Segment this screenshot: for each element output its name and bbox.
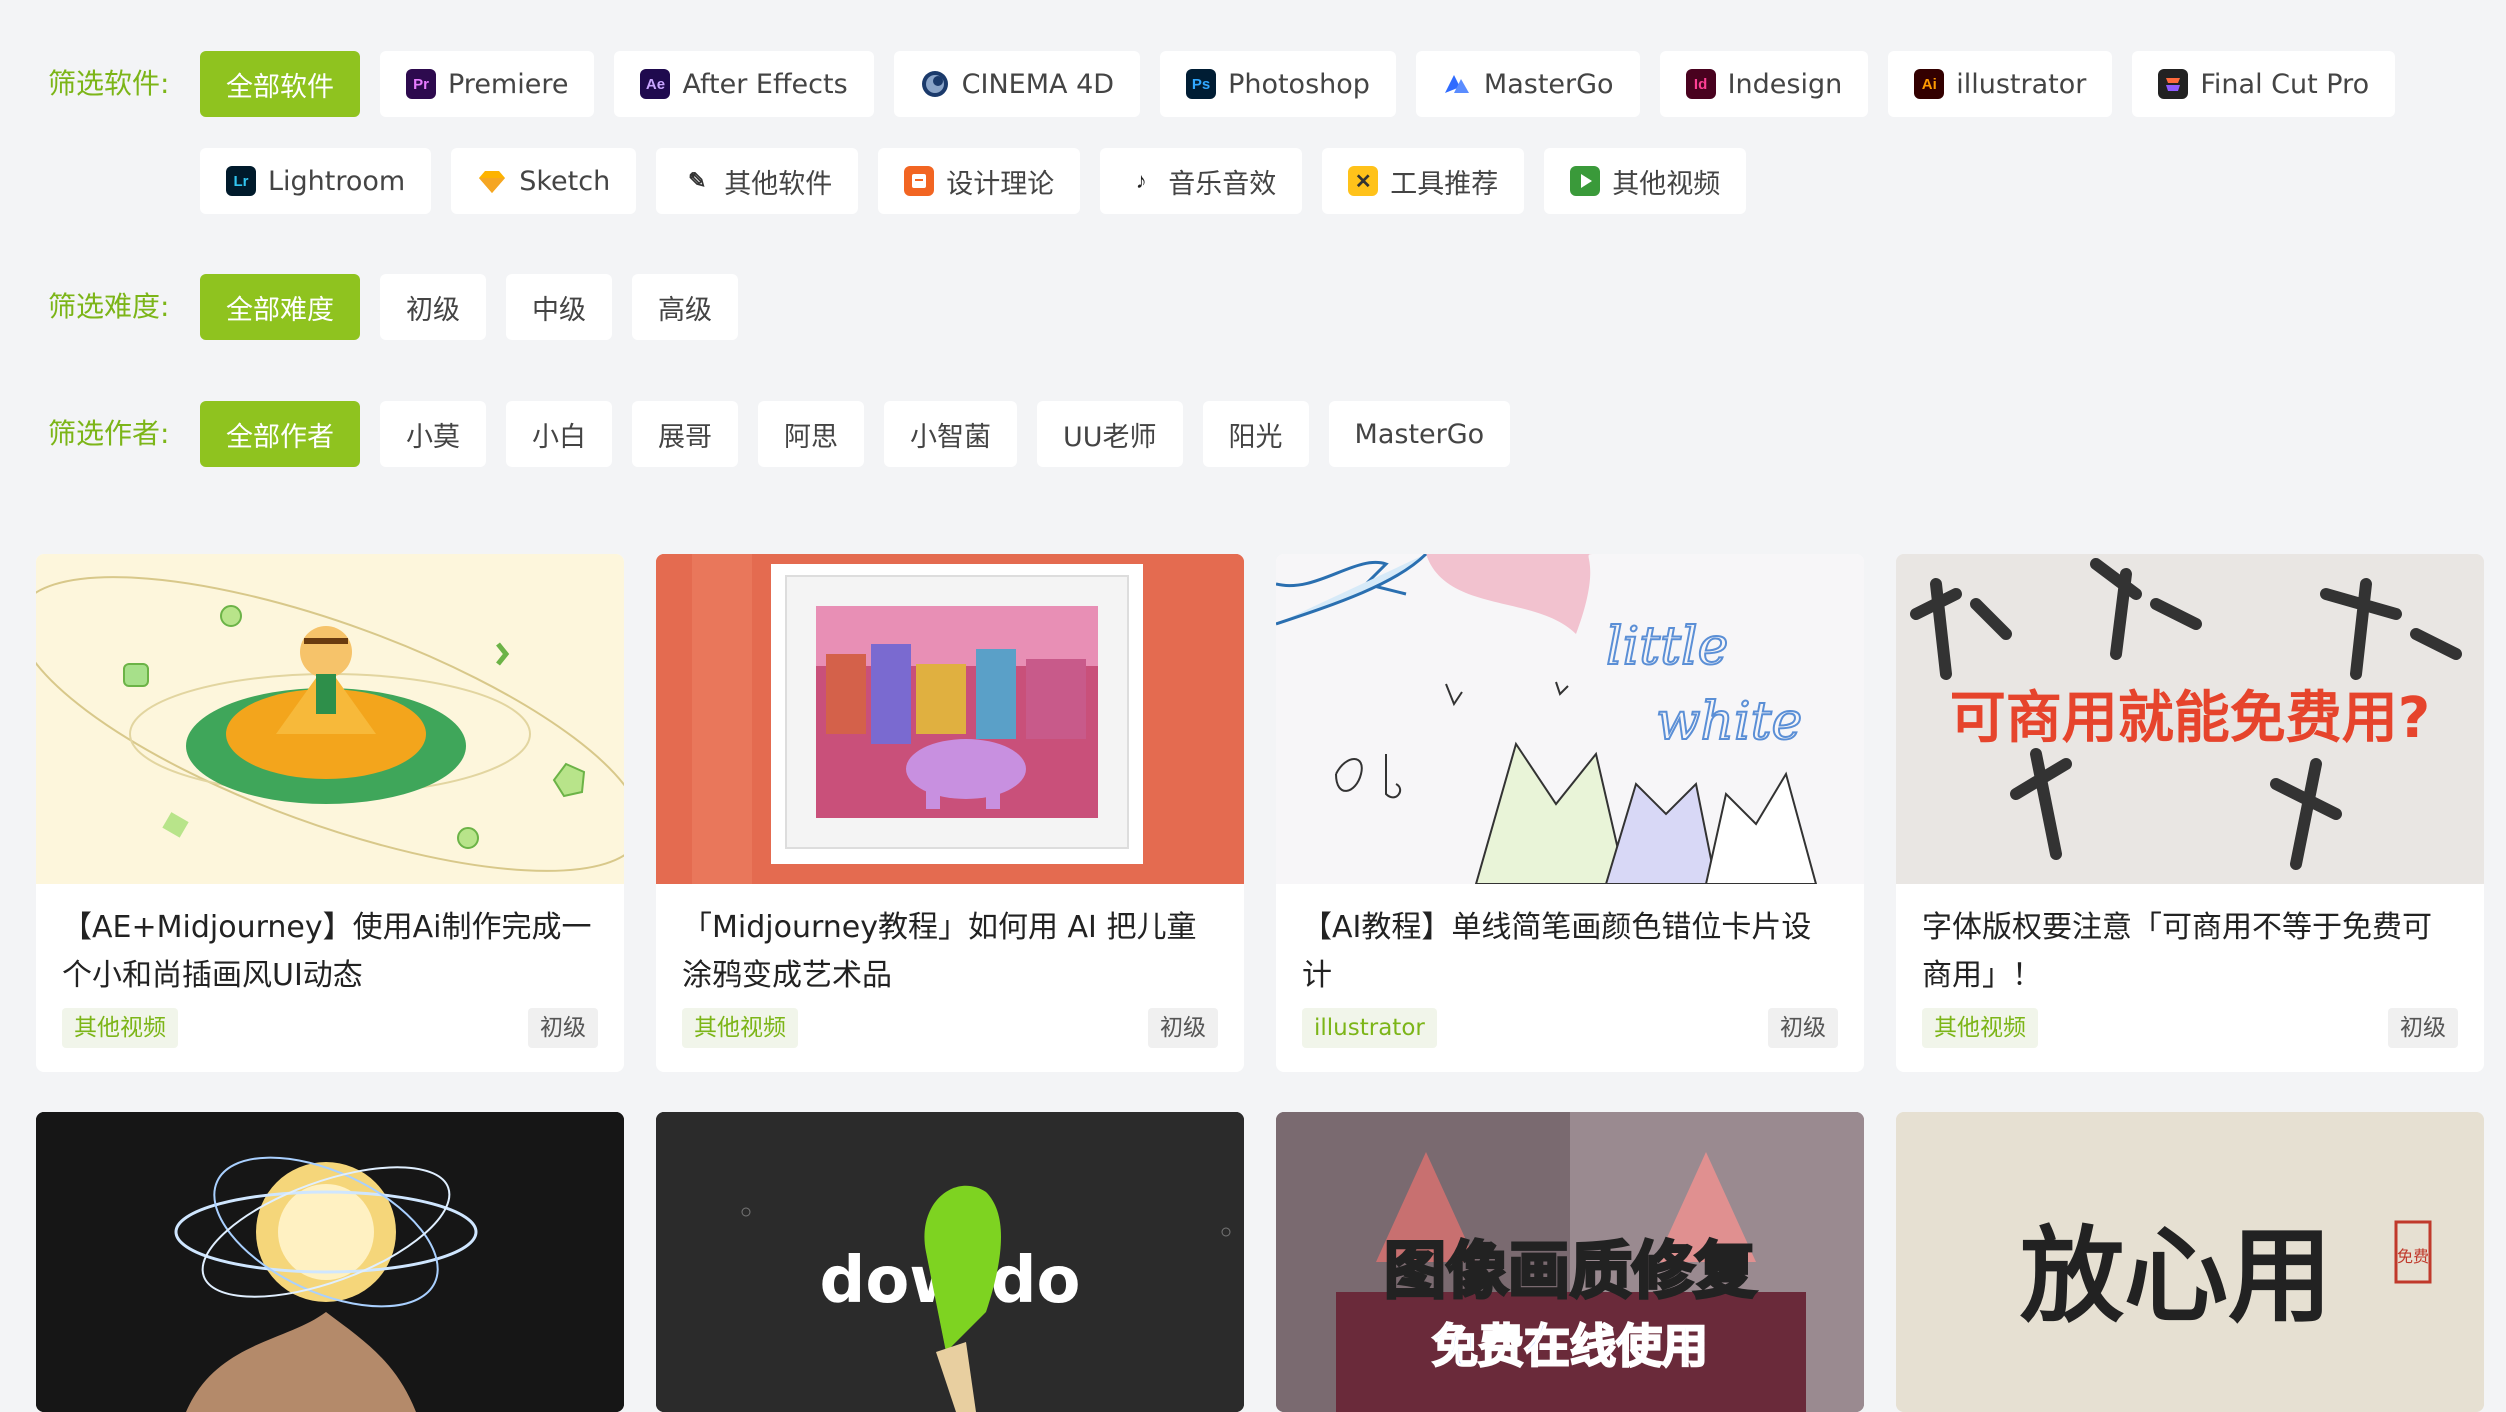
chip-premiere[interactable]: Pr Premiere (380, 51, 595, 117)
chip-label: 其他视频 (1612, 168, 1721, 200)
illustrator-icon: Ai (1914, 69, 1945, 99)
chip-all-authors[interactable]: 全部作者 (200, 401, 360, 467)
card-level-badge: 初级 (1768, 1008, 1838, 1048)
other-software-icon: ✎ (687, 168, 707, 193)
chip-label: Premiere (448, 68, 569, 100)
chip-all-difficulty[interactable]: 全部难度 (200, 274, 360, 340)
card-thumbnail-framed-painting (656, 554, 1244, 884)
chip-illustrator[interactable]: Ai illustrator (1888, 51, 2113, 117)
chip-lightroom[interactable]: Lr Lightroom (200, 148, 432, 214)
card-thumbnail-popsicle: dow do (656, 1112, 1244, 1412)
card-title: 【AI教程】单线简笔画颜色错位卡片设计 (1302, 910, 1812, 993)
chip-other-software[interactable]: ✎ 其他软件 (656, 148, 859, 214)
chip-label: CINEMA 4D (961, 68, 1115, 100)
final-cut-pro-icon (2158, 69, 2189, 99)
chip-author-xiaomo[interactable]: 小莫 (380, 401, 486, 467)
chip-advanced[interactable]: 高级 (632, 274, 738, 340)
tools-icon: ✕ (1348, 166, 1379, 196)
card-level-badge: 初级 (528, 1008, 598, 1048)
card-title: 「Midjourney教程」如何用 AI 把儿童涂鸦变成艺术品 (682, 910, 1197, 993)
chip-label: 工具推荐 (1390, 168, 1499, 200)
chip-other-video[interactable]: 其他视频 (1544, 148, 1747, 214)
chip-design-theory[interactable]: 设计理论 (878, 148, 1081, 214)
chip-final-cut-pro[interactable]: Final Cut Pro (2132, 51, 2396, 117)
card-category-tag[interactable]: illustrator (1302, 1008, 1437, 1048)
thumb-text-sub: 免费在线使用 (1432, 1319, 1708, 1373)
course-card[interactable]: dow do (656, 1112, 1244, 1412)
chip-author-mastergo[interactable]: MasterGo (1328, 401, 1511, 467)
chip-sketch[interactable]: Sketch (451, 148, 637, 214)
chip-label: 其他软件 (724, 168, 833, 200)
chip-after-effects[interactable]: Ae After Effects (614, 51, 874, 117)
card-thumbnail-calligraphy: 可商用就能免费用? (1896, 554, 2484, 884)
card-category-tag[interactable]: 其他视频 (682, 1008, 798, 1048)
card-category-tag[interactable]: 其他视频 (1922, 1008, 2038, 1048)
photoshop-icon: Ps (1186, 69, 1217, 99)
card-thumbnail-line-cats: little white (1276, 554, 1864, 884)
thumb-text-white: white (1656, 692, 1802, 752)
course-card[interactable]: 【AE+Midjourney】使用Ai制作完成一个小和尚插画风UI动态 其他视频… (36, 554, 624, 1072)
course-card[interactable]: little white 【AI教程】单线简笔画颜色错位卡片设计 illustr… (1276, 554, 1864, 1072)
course-card[interactable] (36, 1112, 624, 1412)
chip-label: After Effects (682, 68, 848, 100)
chip-label: 音乐音效 (1168, 168, 1277, 200)
chip-intermediate[interactable]: 中级 (506, 274, 612, 340)
software-filter-label: 筛选软件: (48, 67, 170, 100)
difficulty-filter-label: 筛选难度: (48, 290, 170, 323)
thumb-text-main: 图像画质修复 (1384, 1234, 1756, 1307)
card-level-badge: 初级 (2388, 1008, 2458, 1048)
card-thumbnail-calligraphy-2: 放心用 免费 (1896, 1112, 2484, 1412)
chip-author-uu[interactable]: UU老师 (1037, 401, 1183, 467)
chip-music[interactable]: ♪ 音乐音效 (1100, 148, 1303, 214)
chip-author-xiaozhijun[interactable]: 小智菌 (884, 401, 1017, 467)
card-thumbnail-image-restore: 图像画质修复 免费在线使用 (1276, 1112, 1864, 1412)
chip-tools[interactable]: ✕ 工具推荐 (1322, 148, 1525, 214)
chip-author-zhange[interactable]: 展哥 (632, 401, 738, 467)
indesign-icon: Id (1685, 69, 1716, 99)
chip-author-yangguang[interactable]: 阳光 (1202, 401, 1309, 467)
thumb-overlay-text: 可商用就能免费用? (1950, 686, 2430, 751)
chip-label: MasterGo (1483, 68, 1614, 100)
thumb-text-calligraphy: 放心用 (2020, 1214, 2332, 1337)
course-card[interactable]: 「Midjourney教程」如何用 AI 把儿童涂鸦变成艺术品 其他视频 初级 (656, 554, 1244, 1072)
chip-label: Lightroom (268, 165, 406, 197)
card-title: 【AE+Midjourney】使用Ai制作完成一个小和尚插画风UI动态 (62, 910, 592, 993)
thumb-seal-text: 免费 (2397, 1247, 2429, 1266)
chip-indesign[interactable]: Id Indesign (1659, 51, 1869, 117)
chip-label: 设计理论 (946, 168, 1055, 200)
thumb-text-little: little (1606, 617, 1728, 677)
chip-photoshop[interactable]: Ps Photoshop (1160, 51, 1396, 117)
chip-cinema4d[interactable]: CINEMA 4D (893, 51, 1141, 117)
play-video-icon (1570, 166, 1601, 196)
chip-mastergo[interactable]: MasterGo (1415, 51, 1640, 117)
chip-label: 全部软件 (226, 71, 334, 103)
chip-author-asi[interactable]: 阿思 (758, 401, 864, 467)
music-note-icon: ♪ (1135, 168, 1147, 193)
chip-label: Photoshop (1228, 68, 1370, 100)
course-card[interactable]: 可商用就能免费用? 字体版权要注意「可商用不等于免费可商用」！ 其他视频 初级 (1896, 554, 2484, 1072)
cinema4d-icon (919, 69, 950, 99)
card-category-tag[interactable]: 其他视频 (62, 1008, 178, 1048)
mastergo-icon (1442, 69, 1472, 99)
card-title: 字体版权要注意「可商用不等于免费可商用」！ (1922, 910, 2432, 993)
card-level-badge: 初级 (1148, 1008, 1218, 1048)
chip-all-software[interactable]: 全部软件 (200, 51, 360, 117)
lightroom-icon: Lr (226, 166, 256, 196)
chip-label: Sketch (519, 165, 611, 197)
course-card[interactable]: 图像画质修复 免费在线使用 (1276, 1112, 1864, 1412)
chip-label: illustrator (1956, 68, 2087, 100)
chip-beginner[interactable]: 初级 (380, 274, 486, 340)
chip-label: Final Cut Pro (2200, 68, 2370, 100)
chip-author-xiaobai[interactable]: 小白 (506, 401, 612, 467)
card-thumbnail-energy-orb (36, 1112, 624, 1412)
card-thumbnail-monk (36, 554, 624, 884)
sketch-icon (477, 166, 507, 196)
chip-label: Indesign (1727, 68, 1843, 100)
course-card[interactable]: 放心用 免费 (1896, 1112, 2484, 1412)
author-filter-label: 筛选作者: (48, 417, 170, 450)
design-theory-icon (904, 166, 935, 196)
after-effects-icon: Ae (640, 69, 671, 99)
premiere-icon: Pr (406, 69, 436, 99)
